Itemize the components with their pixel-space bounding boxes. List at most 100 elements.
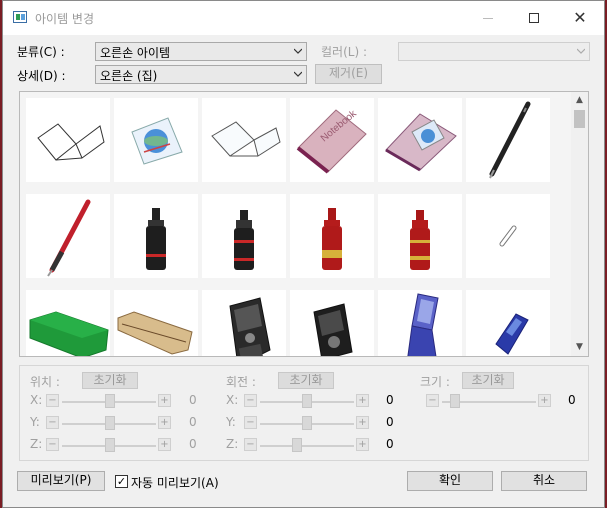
green-eraser-icon (29, 311, 109, 356)
item-green-eraser[interactable] (26, 290, 110, 356)
detail-combo[interactable]: 오른손 (집) (95, 65, 307, 84)
minimize-icon (483, 17, 493, 19)
phone-icon (495, 313, 529, 355)
globe-book-icon (131, 117, 183, 165)
item-notebook-purple[interactable] (378, 98, 462, 182)
item-blue-phone[interactable] (466, 290, 550, 356)
item-black-pen[interactable] (466, 98, 550, 182)
rotation-y-minus[interactable]: − (244, 416, 257, 429)
position-x-plus[interactable]: + (158, 394, 171, 407)
chevron-down-icon (294, 71, 302, 77)
position-z-minus[interactable]: − (46, 438, 59, 451)
item-pencil-case[interactable] (114, 290, 198, 356)
rotation-y-plus[interactable]: + (356, 416, 369, 429)
minimize-button[interactable] (465, 1, 511, 35)
scale-plus[interactable]: + (538, 394, 551, 407)
rotation-z-slider[interactable] (260, 445, 354, 447)
item-black-phone-2[interactable] (290, 290, 374, 356)
item-black-bottle-1[interactable] (114, 194, 198, 278)
chevron-down-icon (577, 48, 585, 54)
phone-icon (313, 303, 353, 356)
app-icon (13, 11, 27, 23)
red-bottle-icon (410, 210, 430, 270)
item-book-with-globe[interactable] (114, 98, 198, 182)
category-label: 분류(C) : (17, 45, 65, 59)
position-x-label: X: (30, 393, 43, 407)
position-x-knob[interactable] (105, 394, 115, 408)
color-combo[interactable] (398, 42, 590, 61)
auto-preview-checkbox[interactable]: ✓ (115, 475, 128, 488)
item-red-bottle-2[interactable] (378, 194, 462, 278)
scroll-up-icon[interactable]: ▲ (571, 92, 588, 109)
rotation-reset-button[interactable]: 초기화 (278, 372, 334, 389)
item-blue-flip-phone[interactable] (378, 290, 462, 356)
maximize-icon (529, 13, 539, 23)
position-y-knob[interactable] (105, 416, 115, 430)
position-z-value: 0 (189, 437, 197, 451)
rotation-x-label: X: (226, 393, 239, 407)
rotation-x-knob[interactable] (302, 394, 312, 408)
red-bottle-icon (322, 208, 342, 270)
preview-button[interactable]: 미리보기(P) (17, 471, 105, 491)
position-y-plus[interactable]: + (158, 416, 171, 429)
close-icon: ✕ (573, 8, 587, 27)
open-book-icon (37, 123, 105, 161)
position-x-minus[interactable]: − (46, 394, 59, 407)
flip-phone-icon (407, 293, 439, 356)
transform-panel: 위치 : 초기화 X: − + 0 Y: − + 0 Z: − + 0 회전 :… (19, 365, 589, 461)
close-button[interactable]: ✕ (557, 1, 603, 35)
rotation-x-plus[interactable]: + (356, 394, 369, 407)
rotation-x-minus[interactable]: − (244, 394, 257, 407)
position-z-plus[interactable]: + (158, 438, 171, 451)
item-red-pen[interactable] (26, 194, 110, 278)
item-black-bottle-2[interactable] (202, 194, 286, 278)
item-open-book[interactable] (26, 98, 110, 182)
rotation-x-value: 0 (386, 393, 394, 407)
scroll-thumb[interactable] (574, 110, 585, 128)
position-z-label: Z: (30, 437, 43, 451)
scale-label: 크기 : (420, 375, 450, 389)
color-label: 컬러(L) : (321, 45, 367, 59)
item-grid: Notebook ▲ ▼ (19, 91, 589, 357)
detail-label: 상세(D) : (17, 69, 66, 83)
position-reset-button[interactable]: 초기화 (82, 372, 138, 389)
scale-value: 0 (568, 393, 576, 407)
item-change-dialog: 아이템 변경 ✕ 분류(C) : 오른손 아이템 상세(D) : 오른손 (집)… (2, 0, 605, 508)
remove-button[interactable]: 제거(E) (315, 64, 382, 84)
ok-button[interactable]: 확인 (407, 471, 493, 491)
position-y-minus[interactable]: − (46, 416, 59, 429)
cancel-button[interactable]: 취소 (501, 471, 587, 491)
category-value: 오른손 아이템 (100, 46, 171, 60)
item-open-notebook[interactable] (202, 98, 286, 182)
position-z-knob[interactable] (105, 438, 115, 452)
item-chalk-stick[interactable] (466, 194, 550, 278)
black-bottle-icon (234, 210, 254, 270)
scroll-down-icon[interactable]: ▼ (571, 339, 588, 356)
black-bottle-icon (146, 208, 166, 270)
item-notebook-pink[interactable]: Notebook (290, 98, 374, 182)
position-x-value: 0 (189, 393, 197, 407)
window-title: 아이템 변경 (35, 12, 95, 26)
scale-knob[interactable] (450, 394, 460, 408)
scale-reset-button[interactable]: 초기화 (462, 372, 514, 389)
auto-preview-label: 자동 미리보기(A) (131, 476, 219, 490)
item-grid-scrollbar[interactable]: ▲ ▼ (571, 92, 588, 356)
rotation-z-value: 0 (386, 437, 394, 451)
checkmark-icon: ✓ (116, 475, 127, 488)
detail-value: 오른손 (집) (100, 69, 158, 83)
chevron-down-icon (294, 48, 302, 54)
maximize-button[interactable] (511, 1, 557, 35)
rotation-y-knob[interactable] (302, 416, 312, 430)
item-black-phone-1[interactable] (202, 290, 286, 356)
black-pen-icon (489, 101, 531, 179)
phone-icon (229, 297, 271, 356)
rotation-z-plus[interactable]: + (356, 438, 369, 451)
scale-minus[interactable]: − (426, 394, 439, 407)
position-y-value: 0 (189, 415, 197, 429)
rotation-z-knob[interactable] (292, 438, 302, 452)
pencil-case-icon (117, 311, 193, 355)
category-combo[interactable]: 오른손 아이템 (95, 42, 307, 61)
item-red-bottle-1[interactable] (290, 194, 374, 278)
rotation-z-minus[interactable]: − (244, 438, 257, 451)
title-bar[interactable]: 아이템 변경 ✕ (3, 1, 604, 35)
